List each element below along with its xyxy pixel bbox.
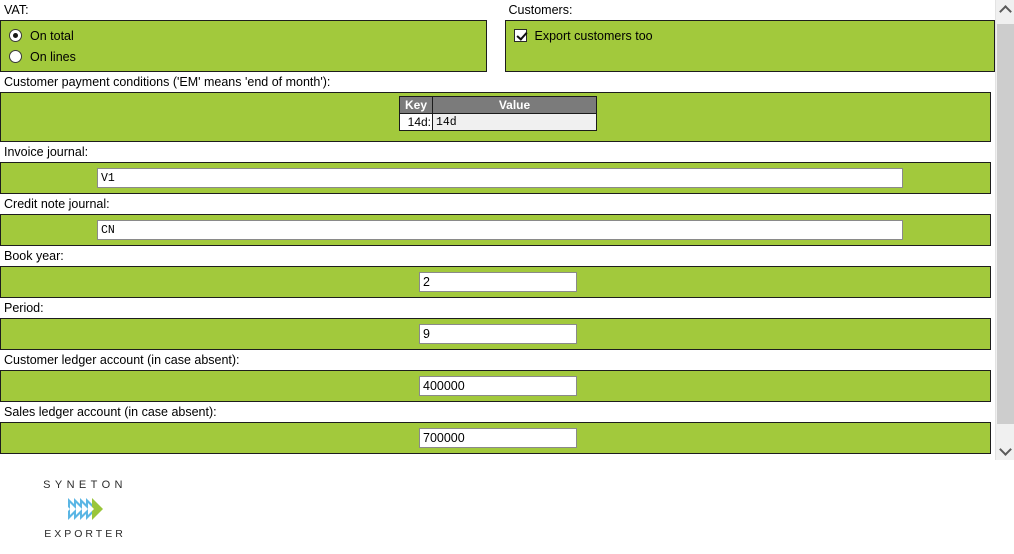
logo-chevron-5-icon <box>87 498 103 520</box>
period-input[interactable] <box>419 324 577 344</box>
invoice-journal-label: Invoice journal: <box>4 145 89 159</box>
form-content: VAT: On total On lines Customers: Export… <box>0 0 995 454</box>
period-panel <box>0 318 991 350</box>
table-cell-value[interactable]: 14d <box>432 113 597 131</box>
logo-bottom-text: EXPORTER <box>44 528 126 540</box>
vat-option-on-total-label: On total <box>30 28 74 43</box>
customer-ledger-account-panel <box>0 370 991 402</box>
invoice-journal-input[interactable] <box>97 168 903 188</box>
invoice-journal-panel <box>0 162 991 194</box>
chevron-up-icon <box>999 4 1012 18</box>
scrollbar-thumb[interactable] <box>997 24 1014 424</box>
scroll-up-button[interactable] <box>996 0 1014 19</box>
credit-note-journal-label: Credit note journal: <box>4 197 110 211</box>
payment-conditions-label: Customer payment conditions ('EM' means … <box>4 75 331 89</box>
scroll-down-button[interactable] <box>996 441 1014 460</box>
vertical-scrollbar[interactable] <box>995 0 1014 460</box>
vat-group: VAT: On total On lines <box>0 0 487 72</box>
sales-ledger-account-label: Sales ledger account (in case absent): <box>4 405 217 419</box>
footer: SYNETON EXPORTER Previous Next <box>0 470 1014 554</box>
credit-note-journal-panel <box>0 214 991 246</box>
radio-on-total-icon[interactable] <box>9 29 22 42</box>
payment-conditions-panel: Key Value 14d: 14d <box>0 92 991 142</box>
book-year-label: Book year: <box>4 249 64 263</box>
table-header-value: Value <box>432 96 597 114</box>
customers-group: Customers: Export customers too <box>504 0 995 72</box>
logo-top-text: SYNETON <box>43 479 127 491</box>
table-header-key: Key <box>399 96 433 114</box>
exporter-wizard-window: VAT: On total On lines Customers: Export… <box>0 0 1014 554</box>
customer-ledger-account-label: Customer ledger account (in case absent)… <box>4 353 240 367</box>
vat-options-panel: On total On lines <box>0 20 487 72</box>
top-options-row: VAT: On total On lines Customers: Export… <box>0 0 995 72</box>
table-cell-key: 14d: <box>399 113 433 131</box>
vat-option-on-total[interactable]: On total <box>9 25 486 46</box>
credit-note-journal-input[interactable] <box>97 220 903 240</box>
vat-option-on-lines[interactable]: On lines <box>9 46 486 67</box>
table-row[interactable]: 14d: 14d <box>399 113 597 131</box>
vat-label: VAT: <box>4 3 29 17</box>
book-year-panel <box>0 266 991 298</box>
sales-ledger-account-input[interactable] <box>419 428 577 448</box>
syneton-exporter-logo: SYNETON EXPORTER <box>30 478 140 541</box>
customers-label: Customers: <box>508 3 573 17</box>
customers-export-label: Export customers too <box>534 28 653 43</box>
table-header-row: Key Value <box>399 96 597 114</box>
customers-options-panel: Export customers too <box>504 20 995 72</box>
payment-conditions-table: Key Value 14d: 14d <box>399 96 597 131</box>
period-label: Period: <box>4 301 44 315</box>
sales-ledger-account-panel <box>0 422 991 454</box>
checkbox-export-customers-icon[interactable] <box>513 29 527 42</box>
book-year-input[interactable] <box>419 272 577 292</box>
customer-ledger-account-input[interactable] <box>419 376 577 396</box>
vat-option-on-lines-label: On lines <box>30 49 76 64</box>
customers-export-option[interactable]: Export customers too <box>513 25 994 46</box>
radio-on-lines-icon[interactable] <box>9 50 22 63</box>
chevron-down-icon <box>999 442 1012 456</box>
form-scroll-viewport[interactable]: VAT: On total On lines Customers: Export… <box>0 0 995 470</box>
logo-chevrons-icon <box>30 494 140 524</box>
